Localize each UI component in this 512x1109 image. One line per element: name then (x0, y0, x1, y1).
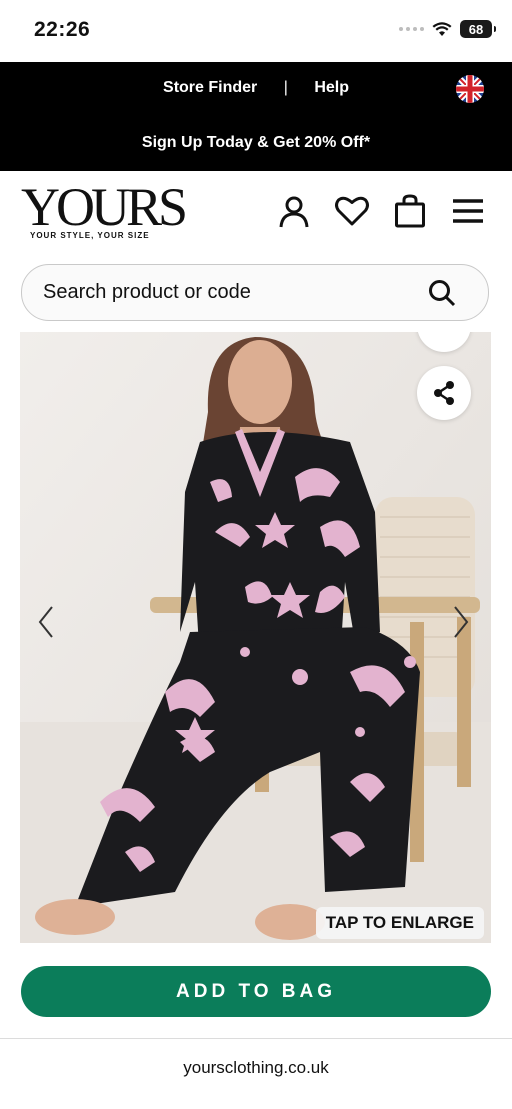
previous-image-arrow-icon[interactable] (32, 602, 62, 642)
url-text[interactable]: yoursclothing.co.uk (0, 1058, 512, 1078)
cellular-signal-icon (399, 27, 424, 31)
header-actions (276, 193, 486, 229)
menu-icon[interactable] (450, 193, 486, 229)
tap-to-enlarge-label[interactable]: TAP TO ENLARGE (315, 907, 484, 939)
link-separator: | (283, 79, 288, 96)
signup-promo-link[interactable]: Sign Up Today & Get 20% Off* (0, 134, 512, 152)
shopping-bag-icon[interactable] (392, 193, 428, 229)
top-links: Store Finder | Help (0, 79, 512, 97)
search-input[interactable]: Search product or code (21, 264, 489, 321)
product-photo (20, 332, 491, 943)
account-icon[interactable] (276, 193, 312, 229)
help-link[interactable]: Help (314, 79, 349, 96)
share-button[interactable] (417, 366, 471, 420)
add-to-bag-button[interactable]: ADD TO BAG (21, 966, 491, 1017)
battery-level: 68 (468, 21, 484, 37)
status-time: 22:26 (34, 18, 91, 41)
next-image-arrow-icon[interactable] (445, 602, 475, 642)
share-icon (434, 381, 454, 405)
search-icon[interactable] (428, 279, 456, 307)
battery-icon: 68 (460, 20, 496, 38)
wifi-icon (432, 21, 452, 36)
search-placeholder: Search product or code (43, 281, 251, 303)
logo-wordmark: YOURS (21, 177, 188, 237)
store-finder-link[interactable]: Store Finder (163, 79, 257, 96)
product-image[interactable]: TAP TO ENLARGE (20, 332, 491, 943)
status-bar: 22:26 68 (0, 0, 512, 62)
yours-logo[interactable]: YOURS YOUR STYLE, YOUR SIZE (21, 177, 188, 243)
uk-flag-icon[interactable] (456, 75, 484, 103)
wishlist-heart-icon[interactable] (334, 193, 370, 229)
browser-url-bar: yoursclothing.co.uk (0, 1038, 512, 1109)
status-indicators: 68 (399, 20, 496, 38)
promo-header: Store Finder | Help Sign Up Today & Get … (0, 62, 512, 171)
